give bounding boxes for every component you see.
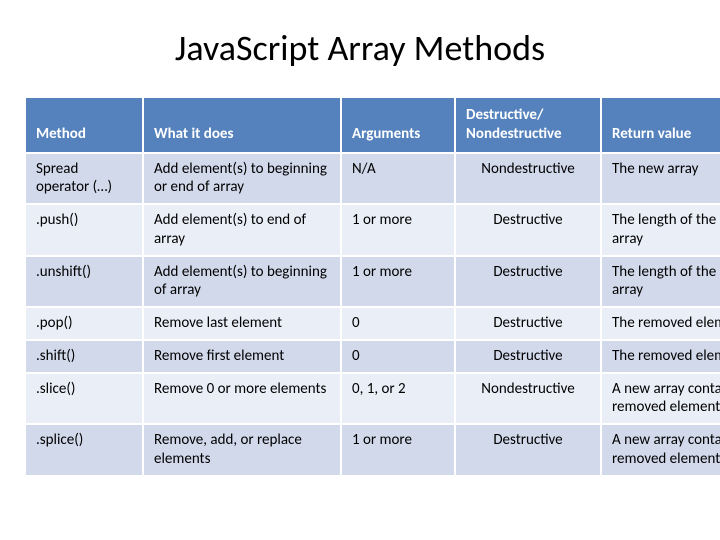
- cell-what: Remove first element: [143, 340, 341, 373]
- col-header-what: What it does: [143, 97, 341, 153]
- table-header: Method What it does Arguments Destructiv…: [25, 97, 720, 153]
- cell-what: Add element(s) to beginning of array: [143, 256, 341, 308]
- cell-what: Remove last element: [143, 307, 341, 340]
- table-row: .slice() Remove 0 or more elements 0, 1,…: [25, 373, 720, 425]
- col-header-method: Method: [25, 97, 143, 153]
- cell-return: A new array containing the removed eleme…: [601, 373, 720, 425]
- cell-destr: Destructive: [455, 424, 601, 476]
- table-row: .push() Add element(s) to end of array 1…: [25, 204, 720, 256]
- cell-args: 0, 1, or 2: [341, 373, 455, 425]
- cell-destr: Nondestructive: [455, 373, 601, 425]
- cell-args: N/A: [341, 153, 455, 205]
- cell-return: The new array: [601, 153, 720, 205]
- cell-method: .pop(): [25, 307, 143, 340]
- slide: JavaScript Array Methods Method What it …: [0, 0, 720, 540]
- table-row: .shift() Remove first element 0 Destruct…: [25, 340, 720, 373]
- cell-what: Remove 0 or more elements: [143, 373, 341, 425]
- cell-destr: Nondestructive: [455, 153, 601, 205]
- cell-return: A new array containing the removed eleme…: [601, 424, 720, 476]
- cell-return: The length of the modified array: [601, 204, 720, 256]
- table-row: Spread operator (…) Add element(s) to be…: [25, 153, 720, 205]
- table-row: .splice() Remove, add, or replace elemen…: [25, 424, 720, 476]
- col-header-destr: Destructive/ Nondestructive: [455, 97, 601, 153]
- cell-what: Remove, add, or replace elements: [143, 424, 341, 476]
- cell-what: Add element(s) to end of array: [143, 204, 341, 256]
- cell-return: The length of the modified array: [601, 256, 720, 308]
- col-header-return: Return value: [601, 97, 720, 153]
- cell-method: .push(): [25, 204, 143, 256]
- cell-method: .shift(): [25, 340, 143, 373]
- cell-return: The removed element: [601, 307, 720, 340]
- cell-args: 0: [341, 307, 455, 340]
- cell-method: .slice(): [25, 373, 143, 425]
- table-row: .unshift() Add element(s) to beginning o…: [25, 256, 720, 308]
- table-row: .pop() Remove last element 0 Destructive…: [25, 307, 720, 340]
- cell-method: .splice(): [25, 424, 143, 476]
- col-header-args: Arguments: [341, 97, 455, 153]
- cell-what: Add element(s) to beginning or end of ar…: [143, 153, 341, 205]
- cell-destr: Destructive: [455, 204, 601, 256]
- cell-destr: Destructive: [455, 307, 601, 340]
- cell-method: Spread operator (…): [25, 153, 143, 205]
- cell-args: 1 or more: [341, 424, 455, 476]
- page-title: JavaScript Array Methods: [24, 26, 696, 70]
- cell-destr: Destructive: [455, 340, 601, 373]
- table-body: Spread operator (…) Add element(s) to be…: [25, 153, 720, 476]
- cell-method: .unshift(): [25, 256, 143, 308]
- cell-args: 1 or more: [341, 204, 455, 256]
- methods-table: Method What it does Arguments Destructiv…: [24, 96, 720, 477]
- cell-return: The removed element: [601, 340, 720, 373]
- cell-args: 1 or more: [341, 256, 455, 308]
- cell-destr: Destructive: [455, 256, 601, 308]
- cell-args: 0: [341, 340, 455, 373]
